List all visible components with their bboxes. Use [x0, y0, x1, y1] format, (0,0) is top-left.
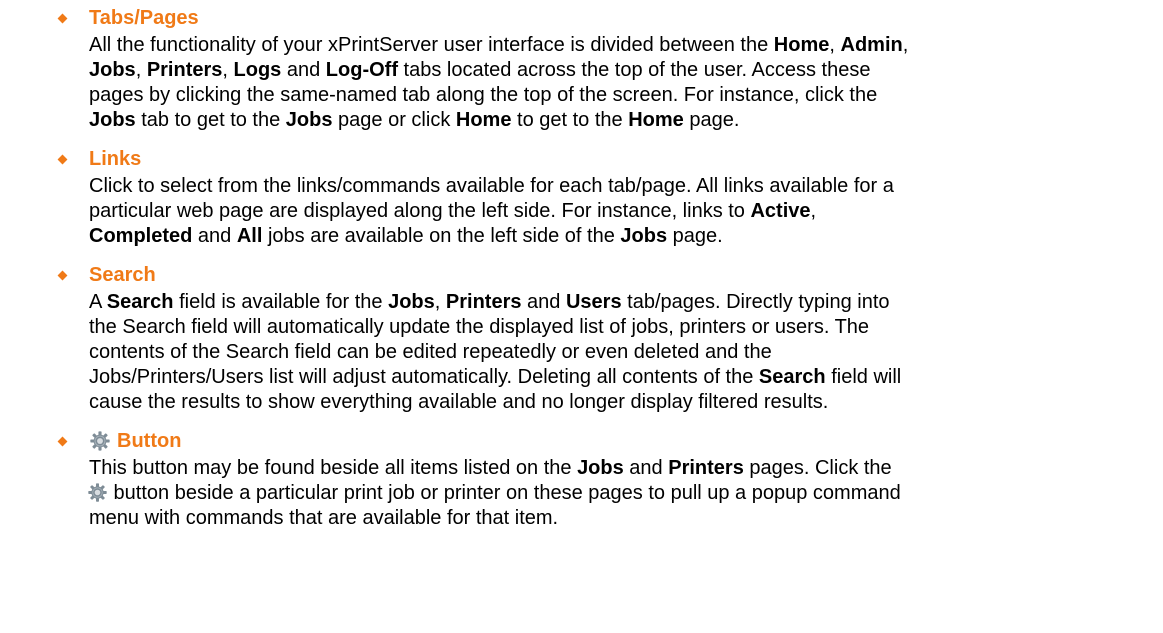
section-body: A Search field is available for the Jobs… — [89, 290, 1163, 415]
bold-term: All — [236, 225, 263, 247]
text-run: tab/pages. Directly typing into — [621, 291, 890, 313]
text-run: Click to select from the links/commands … — [89, 175, 894, 197]
section-heading-text: Search — [89, 264, 156, 286]
bold-term: Jobs — [577, 457, 624, 479]
gear-icon — [87, 482, 108, 503]
text-run: pages. Click the — [743, 457, 892, 479]
body-line: cause the results to show everything ava… — [89, 390, 1163, 415]
section-body: This button may be found beside all item… — [87, 456, 1163, 531]
body-line: particular web page are displayed along … — [89, 199, 1163, 224]
bold-term: Search — [758, 366, 826, 388]
text-run: , — [902, 34, 909, 56]
bold-term: Printers — [445, 291, 522, 313]
text-run: the Search field will automatically upda… — [89, 316, 870, 338]
text-run: menu with commands that are available fo… — [89, 507, 559, 529]
text-run: particular web page are displayed along … — [89, 200, 751, 222]
text-run: and — [192, 225, 237, 247]
bold-term: Jobs — [620, 225, 668, 247]
body-line: Jobs, Printers, Logs and Log-Off tabs lo… — [89, 58, 1163, 83]
section-tabs-pages: Tabs/Pages All the functionality of your… — [0, 7, 1163, 133]
bold-term: Completed — [89, 225, 193, 247]
body-line: menu with commands that are available fo… — [89, 506, 1163, 531]
bold-term: Home — [455, 109, 512, 131]
text-run: page. — [683, 109, 740, 131]
text-run: and — [623, 457, 669, 479]
bold-term: Home — [628, 109, 684, 131]
body-line: Completed and All jobs are available on … — [89, 224, 1163, 249]
text-run: Jobs/Printers/Users list will adjust aut… — [89, 366, 759, 388]
bold-term: Printers — [146, 59, 223, 81]
body-line: Jobs tab to get to the Jobs page or clic… — [89, 108, 1163, 133]
bullet-icon — [57, 154, 68, 165]
text-run: , — [222, 59, 234, 81]
body-line: button beside a particular print job or … — [87, 481, 1163, 506]
text-run: tab to get to the — [135, 109, 286, 131]
text-run: , — [810, 200, 817, 222]
text-run: to get to the — [511, 109, 629, 131]
bold-term: Log-Off — [325, 59, 398, 81]
section-heading-text: Tabs/Pages — [89, 7, 199, 29]
bold-term: Jobs — [388, 291, 435, 313]
text-run: and — [521, 291, 566, 313]
bold-term: Jobs — [285, 109, 333, 131]
bullet-icon — [57, 270, 68, 281]
bold-term: Jobs — [89, 109, 136, 131]
bullet-icon — [57, 436, 68, 447]
text-run: field will — [825, 366, 902, 388]
body-line: contents of the Search field can be edit… — [89, 340, 1163, 365]
bold-term: Search — [106, 291, 174, 313]
text-run: A — [89, 291, 107, 313]
text-run: and — [281, 59, 326, 81]
gear-icon — [89, 430, 111, 452]
text-run: page. — [667, 225, 723, 247]
text-run: , — [135, 59, 147, 81]
bold-term: Logs — [233, 59, 282, 81]
text-run: tabs located across the top of the user.… — [397, 59, 871, 81]
body-line: Jobs/Printers/Users list will adjust aut… — [89, 365, 1163, 390]
section-heading: Links — [89, 148, 1163, 170]
document-page: Tabs/Pages All the functionality of your… — [0, 0, 1163, 531]
body-line: This button may be found beside all item… — [89, 456, 1163, 481]
text-run: jobs are available on the left side of t… — [262, 225, 621, 247]
text-run: This button may be found beside all item… — [89, 457, 578, 479]
bold-term: Users — [565, 291, 622, 313]
section-heading: Button — [89, 430, 1163, 452]
text-run: pages by clicking the same-named tab alo… — [89, 84, 878, 106]
text-run: All the functionality of your xPrintServ… — [89, 34, 774, 56]
section-heading: Search — [89, 264, 1163, 286]
body-line: All the functionality of your xPrintServ… — [89, 33, 1163, 58]
section-body: All the functionality of your xPrintServ… — [89, 33, 1163, 133]
section-heading-text: Links — [89, 148, 142, 170]
section-button: Button This button may be found beside a… — [0, 430, 1163, 531]
text-run: , — [829, 34, 841, 56]
section-heading-text: Button — [117, 430, 182, 452]
body-line: the Search field will automatically upda… — [89, 315, 1163, 340]
section-body: Click to select from the links/commands … — [89, 174, 1163, 249]
text-run: page or click — [332, 109, 456, 131]
section-links: Links Click to select from the links/com… — [0, 148, 1163, 249]
body-line: A Search field is available for the Jobs… — [89, 290, 1163, 315]
bold-term: Active — [750, 200, 811, 222]
bold-term: Home — [773, 34, 830, 56]
bold-term: Admin — [840, 34, 903, 56]
bold-term: Jobs — [89, 59, 136, 81]
text-run: field is available for the — [173, 291, 389, 313]
text-run: contents of the Search field can be edit… — [89, 341, 772, 363]
text-run: , — [434, 291, 446, 313]
text-run: cause the results to show everything ava… — [89, 391, 829, 413]
section-search: Search A Search field is available for t… — [0, 264, 1163, 415]
body-line: pages by clicking the same-named tab alo… — [89, 83, 1163, 108]
body-line: Click to select from the links/commands … — [89, 174, 1163, 199]
bold-term: Printers — [668, 457, 744, 479]
section-heading: Tabs/Pages — [89, 7, 1163, 29]
bullet-icon — [57, 13, 68, 24]
text-run: button beside a particular print job or … — [108, 482, 901, 504]
